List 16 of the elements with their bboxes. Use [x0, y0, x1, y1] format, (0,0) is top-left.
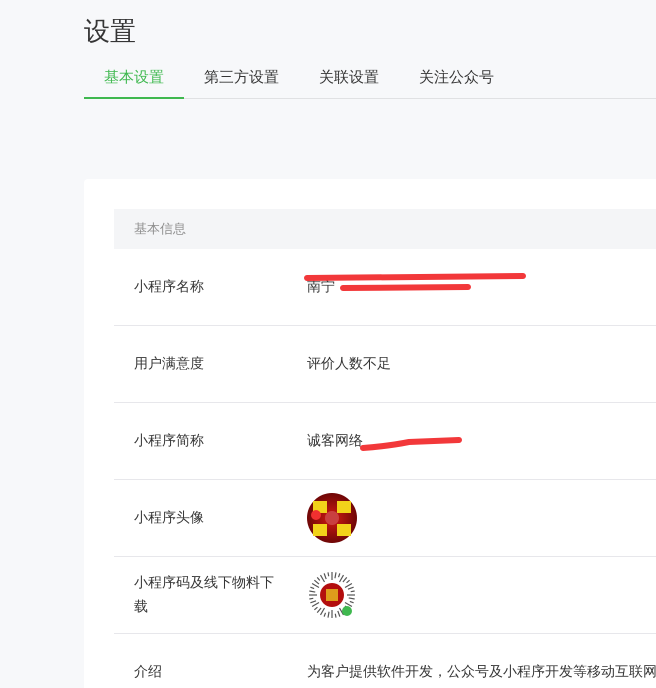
- field-label: 小程序头像: [134, 509, 205, 528]
- field-label: 小程序简称: [134, 432, 205, 451]
- qr-code-icon[interactable]: [307, 570, 357, 620]
- tab[interactable]: 第三方设置: [184, 68, 299, 99]
- tab[interactable]: 关联设置: [299, 68, 399, 99]
- field-value: 为客户提供软件开发，公众号及小程序开发等移动互联网: [307, 664, 656, 680]
- field-label: 介绍: [134, 663, 163, 682]
- field-value: 南宁: [307, 279, 335, 295]
- field-label: 小程序名称: [134, 278, 205, 297]
- tab[interactable]: 关注公众号: [399, 68, 514, 99]
- field-label: 小程序码及线下物料下载: [134, 574, 275, 617]
- section-header: 基本信息: [114, 209, 656, 249]
- field-label: 用户满意度: [134, 355, 205, 374]
- field-value: 评价人数不足: [307, 356, 391, 372]
- page-title: 设置: [84, 16, 137, 49]
- field-value: 诚客网络: [307, 433, 363, 449]
